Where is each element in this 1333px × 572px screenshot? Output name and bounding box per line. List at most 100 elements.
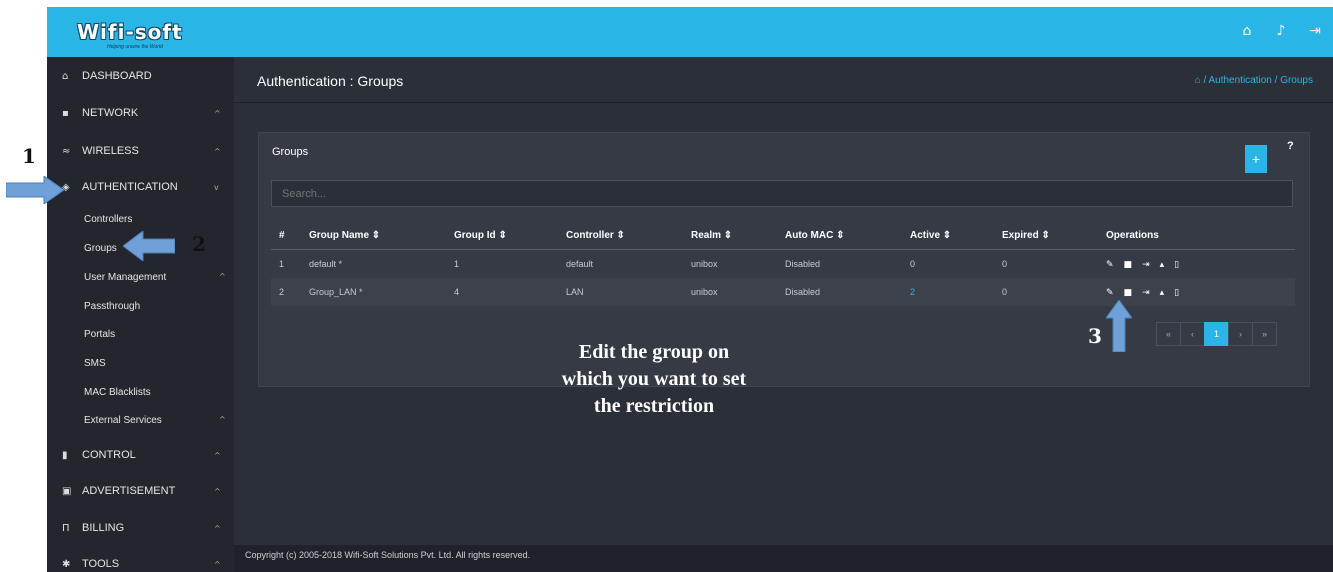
add-group-button[interactable]: + <box>1245 145 1267 173</box>
unlock-icon[interactable]: ▴ <box>1160 288 1165 298</box>
sidebar-subitem-mac-blacklists[interactable]: MAC Blacklists <box>84 387 151 398</box>
document-icon[interactable]: ▯ <box>1174 288 1179 298</box>
column-header[interactable]: Group Id ⇕ <box>446 221 558 250</box>
sidebar-item-authentication[interactable]: ◈ AUTHENTICATION v <box>47 176 234 198</box>
chevron-down-icon: v <box>214 182 219 192</box>
trash-icon[interactable]: ■ <box>1124 288 1133 298</box>
groups-table: # Group Name ⇕ Group Id ⇕ Controller ⇕ R… <box>271 221 1295 306</box>
column-header[interactable]: Active ⇕ <box>902 221 994 250</box>
edit-icon[interactable]: ✎ <box>1106 288 1114 298</box>
sidebar-subitem-passthrough[interactable]: Passthrough <box>84 301 140 312</box>
billing-icon: Π <box>62 522 70 534</box>
step-1-label: 1 <box>22 144 36 168</box>
logo[interactable]: Wifi-soft <box>77 20 183 44</box>
table-row[interactable]: 2 Group_LAN * 4 LAN unibox Disabled 2 0 … <box>271 278 1295 306</box>
pager-first[interactable]: « <box>1156 322 1181 346</box>
chevron-up-icon: ^ <box>214 450 221 460</box>
sidebar-item-billing[interactable]: Π BILLING ^ <box>47 517 234 539</box>
sidebar-item-label: BILLING <box>82 522 125 534</box>
sidebar-subitem-portals[interactable]: Portals <box>84 329 115 340</box>
pager-prev[interactable]: ‹ <box>1180 322 1205 346</box>
chevron-up-icon: ^ <box>214 559 221 569</box>
sidebar-item-dashboard[interactable]: ⌂ DASHBOARD <box>47 65 234 87</box>
cell-expired: 0 <box>1002 259 1008 269</box>
cell-active: 0 <box>910 259 916 269</box>
caption-line: the restriction <box>593 395 715 417</box>
chevron-up-icon: ^ <box>214 146 221 156</box>
caption-line: Edit the group on <box>578 341 730 363</box>
sidebar-item-network[interactable]: ▪ NETWORK ^ <box>47 102 234 124</box>
cell-operations: ✎ ■ ⇥ ▴ ▯ <box>1098 250 1295 279</box>
chevron-up-icon: ^ <box>214 486 221 496</box>
help-icon[interactable]: ? <box>1287 140 1294 152</box>
sidebar-item-label: ADVERTISEMENT <box>82 485 176 497</box>
table-row[interactable]: 1 default * 1 default unibox Disabled 0 … <box>271 250 1295 279</box>
sidebar-subitem-user-management[interactable]: User Management <box>84 272 166 283</box>
cell-group-id: 1 <box>454 259 460 269</box>
step-2-label: 2 <box>192 232 206 256</box>
step-3-label: 3 <box>1088 324 1102 348</box>
cell-group-name: default * <box>309 259 343 269</box>
sidebar-subitem-groups[interactable]: Groups <box>84 243 117 254</box>
sidebar-subitem-sms[interactable]: SMS <box>84 358 106 369</box>
column-header[interactable]: Controller ⇕ <box>558 221 683 250</box>
step-2-arrow <box>123 231 175 261</box>
sidebar-item-label: AUTHENTICATION <box>82 181 178 193</box>
top-icons: ⌂ ♪ ⇥ <box>1239 23 1323 39</box>
trash-icon[interactable]: ■ <box>1124 260 1133 270</box>
sign-out-icon[interactable]: ⇥ <box>1142 288 1150 298</box>
step-3-arrow <box>1106 300 1132 352</box>
panel-title: Groups <box>272 146 309 158</box>
logo-tagline: Helping unwire the World <box>107 44 163 50</box>
main-content: Authentication : Groups ⌂ / Authenticati… <box>234 57 1333 572</box>
unlock-icon[interactable]: ▴ <box>1160 260 1165 270</box>
chevron-up-icon: ^ <box>219 272 226 281</box>
pager-page[interactable]: 1 <box>1204 322 1229 346</box>
column-header[interactable]: Auto MAC ⇕ <box>777 221 902 250</box>
sidebar: ⌂ DASHBOARD ▪ NETWORK ^ ≈ WIRELESS ^ ◈ A… <box>47 57 234 572</box>
bell-icon[interactable]: ♪ <box>1273 23 1289 39</box>
document-icon[interactable]: ▯ <box>1174 260 1179 270</box>
page-title: Authentication : Groups <box>257 73 404 89</box>
search-input[interactable] <box>271 180 1293 207</box>
column-header: # <box>271 221 301 250</box>
cell-active[interactable]: 2 <box>902 278 994 306</box>
caption-line: which you want to set <box>561 368 747 390</box>
sidebar-item-wireless[interactable]: ≈ WIRELESS ^ <box>47 140 234 162</box>
cell-number: 2 <box>271 278 301 306</box>
footer: Copyright (c) 2005-2018 Wifi-Soft Soluti… <box>234 545 1333 572</box>
home-icon[interactable]: ⌂ <box>1239 23 1255 39</box>
gear-icon: ✱ <box>62 558 71 570</box>
wifi-icon: ≈ <box>62 145 71 157</box>
sidebar-item-label: DASHBOARD <box>82 70 152 82</box>
advertisement-icon: ▣ <box>62 485 72 497</box>
column-header[interactable]: Realm ⇕ <box>683 221 777 250</box>
sidebar-item-advertisement[interactable]: ▣ ADVERTISEMENT ^ <box>47 480 234 502</box>
pagination: « ‹ 1 › » <box>1156 322 1277 346</box>
pager-next[interactable]: › <box>1228 322 1253 346</box>
cell-group-name: Group_LAN * <box>301 278 446 306</box>
sidebar-subitem-external-services[interactable]: External Services <box>84 415 162 426</box>
logout-icon[interactable]: ⇥ <box>1307 23 1323 39</box>
sign-out-icon[interactable]: ⇥ <box>1142 260 1150 270</box>
chevron-up-icon: ^ <box>214 108 221 118</box>
column-header[interactable]: Group Name ⇕ <box>301 221 446 250</box>
breadcrumb[interactable]: ⌂ / Authentication / Groups <box>1195 75 1313 86</box>
sidebar-item-tools[interactable]: ✱ TOOLS ^ <box>47 553 234 572</box>
column-header[interactable]: Expired ⇕ <box>994 221 1098 250</box>
edit-icon[interactable]: ✎ <box>1106 260 1114 270</box>
table-header-row: # Group Name ⇕ Group Id ⇕ Controller ⇕ R… <box>271 221 1295 250</box>
sidebar-item-label: WIRELESS <box>82 145 139 157</box>
cell-number: 1 <box>279 259 285 269</box>
app-window: Wifi-soft Helping unwire the World ⌂ ♪ ⇥… <box>47 7 1333 572</box>
cell-controller: LAN <box>558 278 683 306</box>
pager-last[interactable]: » <box>1252 322 1277 346</box>
instruction-caption: Edit the group on which you want to set … <box>520 339 788 420</box>
breadcrumb-text[interactable]: / Authentication / Groups <box>1203 75 1313 86</box>
sidebar-item-control[interactable]: ▮ CONTROL ^ <box>47 444 234 466</box>
shield-icon: ◈ <box>62 181 70 193</box>
sidebar-subitem-controllers[interactable]: Controllers <box>84 214 132 225</box>
cell-controller: default <box>566 259 594 269</box>
sidebar-item-label: CONTROL <box>82 449 136 461</box>
copyright-text: Copyright (c) 2005-2018 Wifi-Soft Soluti… <box>245 550 531 560</box>
